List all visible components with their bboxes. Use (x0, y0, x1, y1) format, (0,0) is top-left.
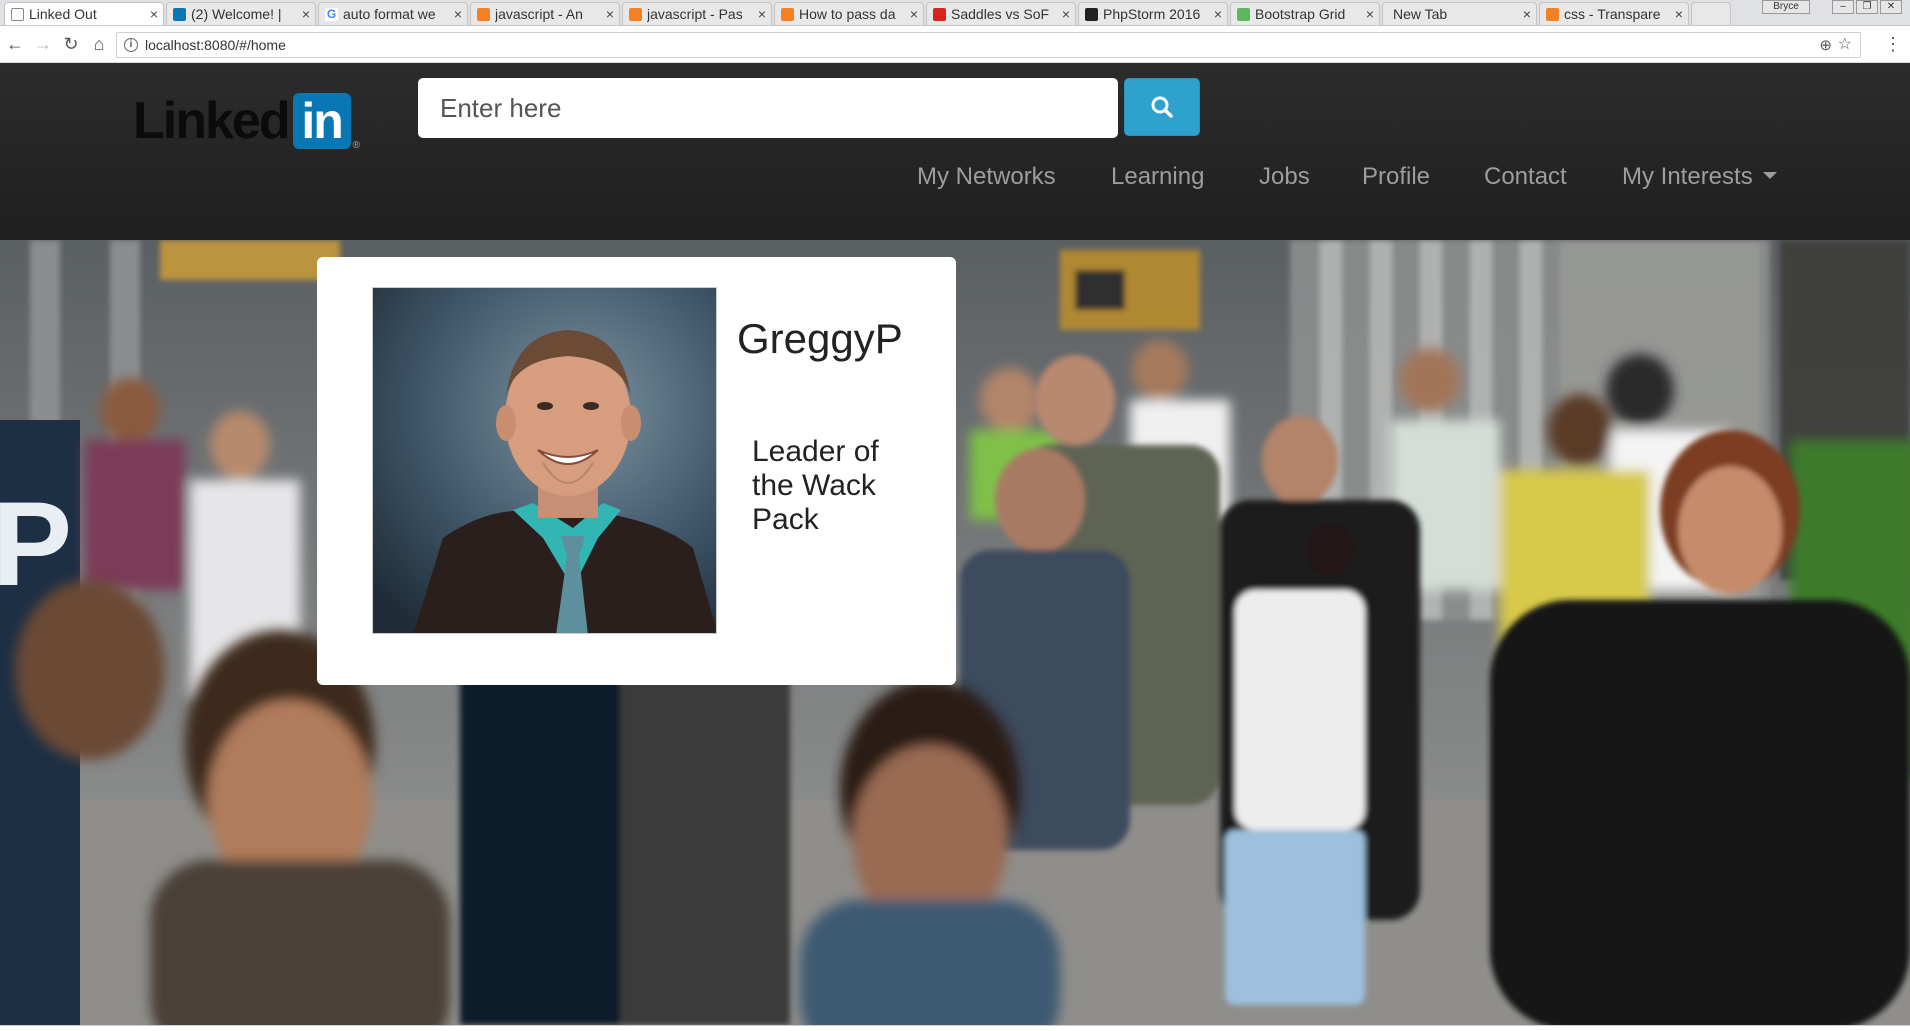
tab-saddles[interactable]: Saddles vs SoF × (926, 2, 1076, 25)
address-bar[interactable]: i localhost:8080/#/home ⊕ ☆ (116, 32, 1861, 58)
phpstorm-icon (1085, 8, 1098, 21)
tab-linkedin-welcome[interactable]: (2) Welcome! | × (166, 2, 316, 25)
tab-phpstorm[interactable]: PhpStorm 2016 × (1078, 2, 1228, 25)
nav-my-networks[interactable]: My Networks (917, 147, 1056, 207)
nav-profile[interactable]: Profile (1362, 147, 1430, 207)
tab-label: css - Transpare (1564, 6, 1661, 22)
bootstrap-icon (1237, 8, 1250, 21)
profile-card: GreggyP Leader of the Wack Pack (317, 257, 956, 685)
main-nav: My Networks Learning Jobs Profile Contac… (0, 147, 1910, 207)
browser-toolbar: ← → ↻ ⌂ i localhost:8080/#/home ⊕ ☆ ⋮ (0, 26, 1910, 63)
tab-label: How to pass da (799, 6, 896, 22)
tab-label: New Tab (1393, 6, 1448, 22)
search-button[interactable] (1124, 78, 1200, 136)
logo-text: Linked (133, 91, 291, 150)
tab-label: javascript - Pas (647, 6, 743, 22)
tab-label: Bootstrap Grid (1255, 6, 1346, 22)
zoom-icon[interactable]: ⊕ (1819, 34, 1832, 58)
logo-in-box: in (292, 92, 351, 149)
close-window-icon[interactable]: ✕ (1880, 0, 1902, 14)
restore-icon[interactable]: ❐ (1856, 0, 1878, 14)
forward-arrow-icon[interactable]: → (32, 34, 54, 56)
tab-label: PhpStorm 2016 (1103, 6, 1201, 22)
tab-strip: Linked Out × (2) Welcome! | × G auto for… (0, 0, 1910, 26)
tab-stackoverflow-3[interactable]: How to pass da × (774, 2, 924, 25)
tab-stackoverflow-1[interactable]: javascript - An × (470, 2, 620, 25)
new-tab-button[interactable] (1691, 2, 1731, 25)
site-icon (933, 8, 946, 21)
profile-photo-image (373, 288, 716, 633)
tab-label: auto format we (343, 6, 436, 22)
profile-badge[interactable]: Bryce (1762, 0, 1810, 14)
google-icon: G (325, 7, 338, 21)
tab-new-tab[interactable]: New Tab × (1382, 2, 1537, 25)
close-icon[interactable]: × (1523, 3, 1531, 25)
profile-title: Leader of the Wack Pack (752, 435, 879, 536)
close-icon[interactable]: × (606, 3, 614, 25)
reload-icon[interactable]: ↻ (60, 34, 82, 56)
close-icon[interactable]: × (1366, 3, 1374, 25)
tab-bootstrap-grid[interactable]: Bootstrap Grid × (1230, 2, 1380, 25)
window-controls: – ❐ ✕ (1832, 0, 1902, 16)
tab-google-search[interactable]: G auto format we × (318, 2, 468, 25)
info-icon[interactable]: i (124, 38, 138, 52)
close-icon[interactable]: × (1214, 3, 1222, 25)
site-header: Linked in ® My Networks Learning Jobs Pr… (0, 63, 1910, 240)
close-icon[interactable]: × (454, 3, 462, 25)
stackoverflow-icon (781, 8, 794, 21)
close-icon[interactable]: × (1675, 3, 1683, 25)
stackoverflow-icon (629, 8, 642, 21)
star-icon[interactable]: ☆ (1838, 33, 1852, 57)
url-text: localhost:8080/#/home (145, 37, 286, 53)
nav-contact[interactable]: Contact (1484, 147, 1567, 207)
stackoverflow-icon (477, 8, 490, 21)
search-input[interactable] (418, 78, 1118, 138)
tab-label: javascript - An (495, 6, 583, 22)
nav-jobs[interactable]: Jobs (1259, 147, 1310, 207)
caret-down-icon (1762, 172, 1777, 180)
close-icon[interactable]: × (758, 3, 766, 25)
nav-my-interests-dropdown[interactable]: My Interests (1622, 147, 1777, 207)
tab-label: (2) Welcome! | (191, 6, 282, 22)
tab-css-transparency[interactable]: css - Transpare × (1539, 2, 1689, 25)
tab-label: Linked Out (29, 6, 97, 22)
close-icon[interactable]: × (1062, 3, 1070, 25)
bottom-edge (0, 1025, 1910, 1031)
tab-linked-out[interactable]: Linked Out × (4, 2, 164, 25)
tab-label: Saddles vs SoF (951, 6, 1050, 22)
close-icon[interactable]: × (302, 3, 310, 25)
close-icon[interactable]: × (150, 3, 158, 25)
profile-photo[interactable] (372, 287, 717, 634)
nav-learning[interactable]: Learning (1111, 147, 1204, 207)
close-icon[interactable]: × (910, 3, 918, 25)
browser-chrome: Linked Out × (2) Welcome! | × G auto for… (0, 0, 1910, 63)
linkedin-icon (173, 8, 186, 21)
tab-stackoverflow-2[interactable]: javascript - Pas × (622, 2, 772, 25)
nav-my-interests: My Interests (1622, 163, 1753, 190)
search-icon (1151, 96, 1173, 118)
profile-name: GreggyP (737, 315, 903, 362)
logo[interactable]: Linked in ® (133, 88, 360, 153)
home-icon[interactable]: ⌂ (88, 34, 110, 56)
page-icon (11, 8, 24, 21)
minimize-icon[interactable]: – (1832, 0, 1854, 14)
back-arrow-icon[interactable]: ← (4, 34, 26, 56)
menu-dots-icon[interactable]: ⋮ (1884, 34, 1902, 54)
stackoverflow-icon (1546, 8, 1559, 21)
